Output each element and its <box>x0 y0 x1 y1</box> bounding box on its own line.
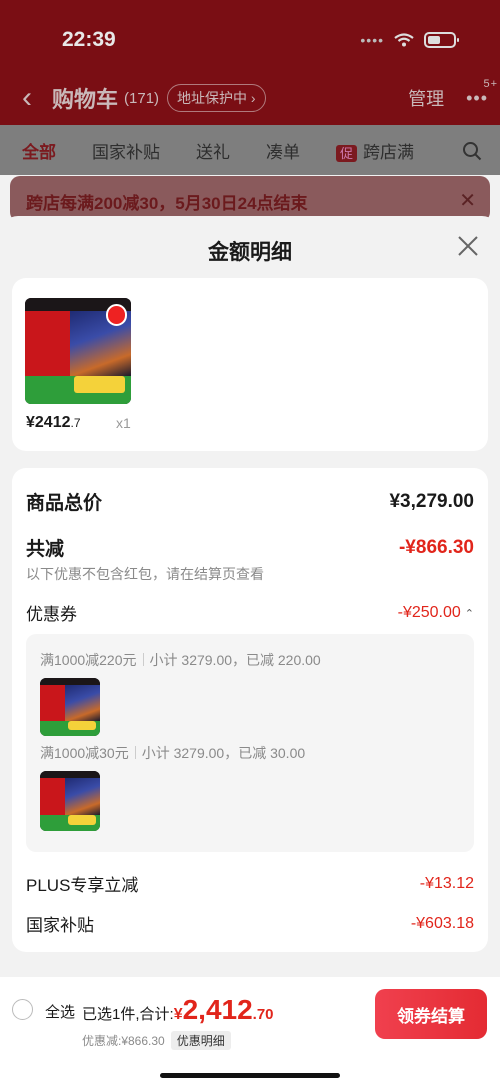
total-price-value: ¥3,279.00 <box>389 490 474 512</box>
coupon-row[interactable]: 优惠券 -¥250.00 ⌃ <box>26 600 474 625</box>
price-breakdown-card: 商品总价 ¥3,279.00 共减 -¥866.30 以下优惠不包含红包，请在结… <box>12 468 488 952</box>
subsidy-label: 国家补贴 <box>26 916 94 935</box>
coupon-1-line: 满1000减220元 小计 3279.00，已减 220.00 <box>40 650 321 670</box>
coupon-2-line: 满1000减30元 小计 3279.00，已减 30.00 <box>40 743 305 763</box>
address-protect-label: 地址保护中 <box>177 90 248 106</box>
tab-gift[interactable]: 送礼 <box>196 138 230 163</box>
back-icon[interactable]: ‹ <box>22 81 32 115</box>
reduction-label: 共减 <box>26 539 65 560</box>
subsidy-value: -¥603.18 <box>410 914 474 932</box>
coupon-detail-box: 满1000减220元 小计 3279.00，已减 220.00 满1000减30元… <box>26 634 474 852</box>
cart-count: (171) <box>124 89 160 107</box>
coupon-value-wrap: -¥250.00 ⌃ <box>398 604 474 622</box>
selected-prefix: 已选1件,合计: <box>82 1006 174 1023</box>
plus-row: PLUS专享立减 -¥13.12 <box>26 871 474 896</box>
discount-detail-link[interactable]: 优惠明细 <box>170 1031 231 1050</box>
product-price: ¥2412.7 <box>26 414 81 432</box>
coupon-label: 优惠券 <box>26 605 77 624</box>
manage-button[interactable]: 管理 <box>408 85 444 111</box>
total-price-row: 商品总价 ¥3,279.00 <box>26 488 474 515</box>
reduction-value: -¥866.30 <box>398 536 474 558</box>
tab-cross-store-label: 跨店满 <box>363 143 415 162</box>
coupon-2-rule: 满1000减30元 <box>40 745 129 761</box>
tab-all[interactable]: 全部 <box>22 138 56 163</box>
total-int: 2,412 <box>182 994 253 1025</box>
coupon-1-product-image <box>40 678 100 736</box>
close-icon[interactable] <box>456 234 480 258</box>
tab-bundle[interactable]: 凑单 <box>266 138 300 163</box>
page-title: 购物车 <box>52 87 119 112</box>
product-qty: x1 <box>116 415 131 431</box>
subsidy-row: 国家补贴 -¥603.18 <box>26 911 474 936</box>
more-badge: 5+ <box>483 77 498 90</box>
checkout-button[interactable]: 领券结算 <box>375 989 487 1039</box>
product-image[interactable] <box>25 298 131 404</box>
total-amount: ¥2,412.70 <box>173 994 274 1025</box>
battery-icon <box>424 32 459 48</box>
status-icons: •••• <box>360 32 459 48</box>
tab-national-subsidy[interactable]: 国家补贴 <box>92 138 160 163</box>
reduction-note: 以下优惠不包含红包，请在结算页查看 <box>26 566 264 582</box>
address-protect-pill[interactable]: 地址保护中 › <box>167 84 266 112</box>
selected-summary: 已选1件,合计:¥2,412.70 <box>82 994 274 1026</box>
total-dec: .70 <box>252 1006 274 1023</box>
home-indicator <box>160 1073 340 1078</box>
tab-cross-store[interactable]: 促跨店满 <box>336 138 414 163</box>
cart-tabs: 全部 国家补贴 送礼 凑单 促跨店满 <box>22 138 482 163</box>
signal-icon: •••• <box>360 32 384 48</box>
product-price-int: ¥2412 <box>26 414 71 431</box>
product-price-dec: .7 <box>70 416 81 430</box>
select-all-label[interactable]: 全选 <box>45 1001 75 1022</box>
select-all-checkbox[interactable] <box>12 999 33 1020</box>
promo-banner-text: 跨店每满200减30，5月30日24点结束 <box>26 194 308 213</box>
total-price-label: 商品总价 <box>26 493 103 514</box>
status-time: 22:39 <box>62 28 116 51</box>
checkout-bar: 全选 已选1件,合计:¥2,412.70 优惠减:¥866.30 优惠明细 领券结… <box>0 977 500 1087</box>
discount-text: 优惠减:¥866.30 <box>82 1034 165 1048</box>
wifi-icon <box>394 33 414 47</box>
total-symbol: ¥ <box>173 1006 183 1023</box>
coupon-2-product-image <box>40 771 100 831</box>
plus-label: PLUS专享立减 <box>26 876 139 895</box>
promo-tag: 促 <box>336 145 358 162</box>
amount-detail-sheet: 金额明细 ¥2412.7 x1 商品总价 ¥3,279.00 共减 -¥866.… <box>0 216 500 1087</box>
promo-close-icon[interactable]: ✕ <box>459 188 476 213</box>
sheet-title: 金额明细 <box>208 241 292 264</box>
coupon-1-detail: 小计 3279.00，已减 220.00 <box>149 652 321 668</box>
coupon-2-detail: 小计 3279.00，已减 30.00 <box>141 745 306 761</box>
reduction-row: 共减 -¥866.30 <box>26 534 474 561</box>
plus-value: -¥13.12 <box>419 874 474 892</box>
search-icon[interactable] <box>462 141 482 161</box>
more-icon[interactable]: ••• 5+ <box>466 78 497 109</box>
cart-header: ‹ 购物车 (171) 地址保护中 › 管理 ••• 5+ <box>22 78 497 116</box>
coupon-1-rule: 满1000减220元 <box>40 652 137 668</box>
coupon-value: -¥250.00 <box>397 603 461 621</box>
discount-line: 优惠减:¥866.30 优惠明细 <box>82 1031 231 1050</box>
product-card: ¥2412.7 x1 <box>12 278 488 451</box>
chevron-up-icon[interactable]: ⌃ <box>465 608 474 620</box>
